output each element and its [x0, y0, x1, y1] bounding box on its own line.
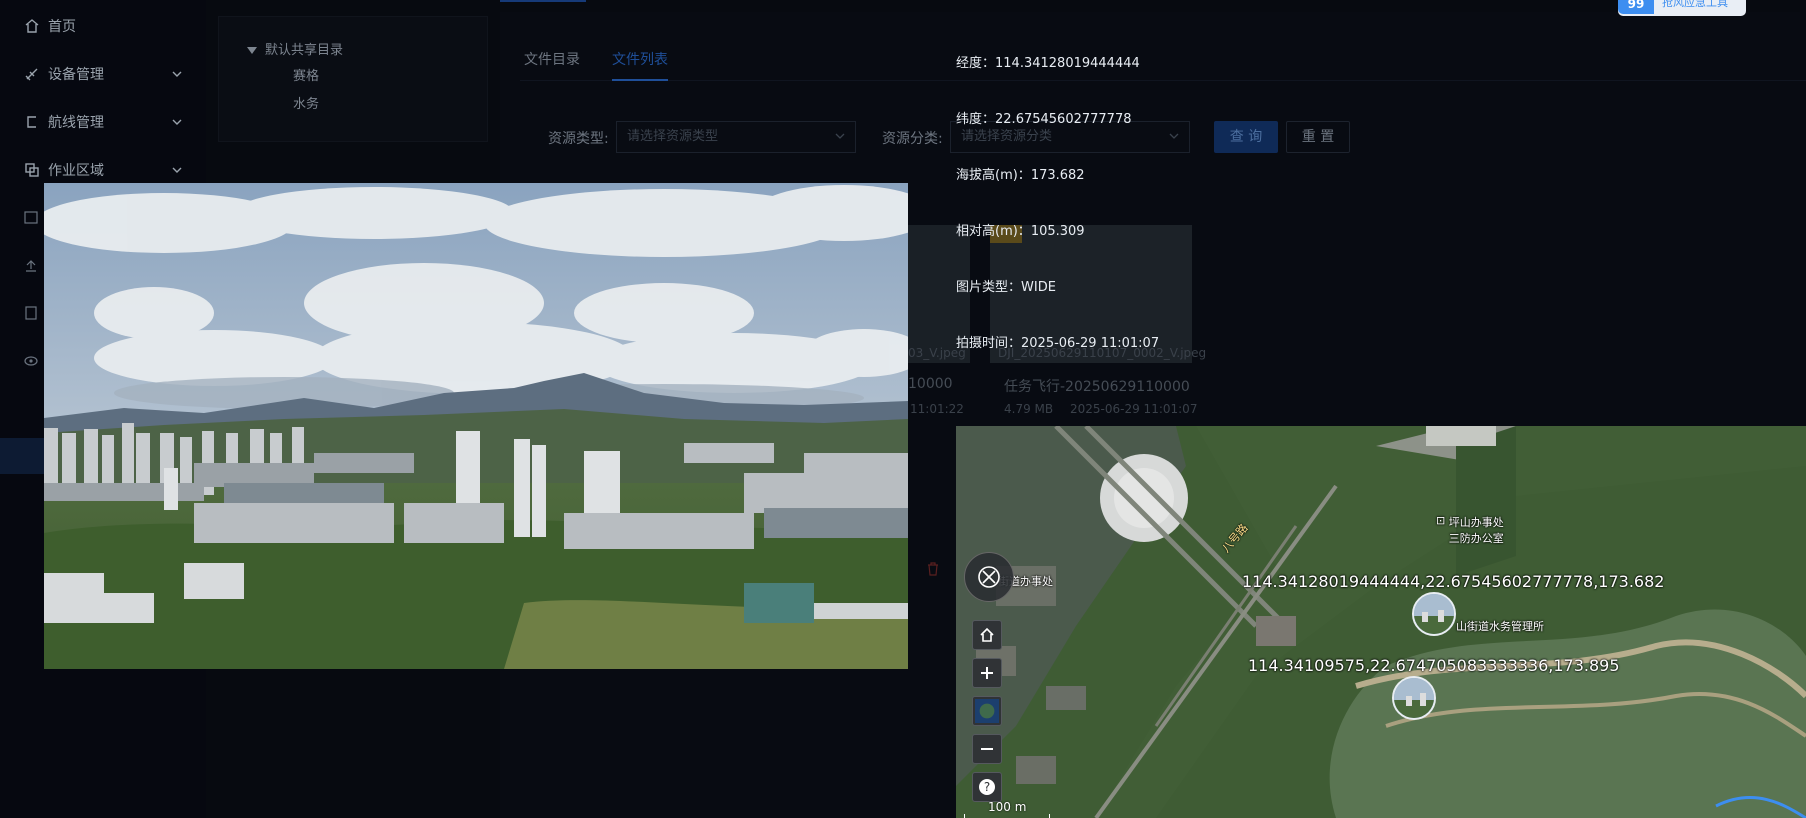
zoom-in-icon — [981, 667, 993, 679]
poi-text: 坪山办事处三防办公室 — [1448, 516, 1504, 545]
eye-icon[interactable] — [24, 354, 38, 368]
map-marker-label: 114.34109575,22.674705083333336,173.895 — [1248, 656, 1620, 675]
calendar-icon[interactable] — [24, 210, 38, 224]
badge-count: 99 — [1618, 0, 1654, 14]
sidebar-item-label: 航线管理 — [48, 115, 104, 131]
map-scale-label: 100 m — [988, 800, 1027, 814]
meta-longitude: 经度：114.34128019444444 — [956, 52, 1140, 71]
home-icon — [25, 19, 39, 33]
layer-picker-button[interactable] — [972, 696, 1002, 726]
tab-file-list[interactable]: 文件列表 — [612, 49, 668, 69]
sidebar-item-label: 首页 — [48, 19, 76, 35]
device-icon — [25, 68, 38, 81]
meta-latitude: 纬度：22.67545602777778 — [956, 108, 1131, 127]
meta-value: 114.34128019444444 — [995, 56, 1140, 71]
help-icon: ? — [979, 779, 995, 795]
sidebar-item-home[interactable]: 首页 — [0, 2, 206, 50]
meta-image-type: 图片类型：WIDE — [956, 276, 1056, 295]
meta-value: 105.309 — [1030, 224, 1085, 239]
meta-relative-height: 相对高(m)：105.309 — [956, 220, 1085, 239]
poi-icon: ⊡ — [1436, 514, 1446, 527]
zoom-out-button[interactable] — [972, 734, 1002, 764]
meta-value: WIDE — [1021, 280, 1056, 295]
badge-text: 抢风应急工具 — [1662, 0, 1728, 9]
file-card-size: 4.79 MB — [1004, 402, 1054, 416]
meta-key: 纬度： — [956, 112, 996, 127]
map-photo-marker[interactable] — [1412, 592, 1456, 636]
help-button[interactable]: ? — [972, 772, 1002, 802]
compass-icon — [978, 566, 1000, 588]
satellite-imagery — [956, 426, 1806, 818]
map-photo-marker[interactable] — [1392, 676, 1436, 720]
file-card-time: 11:01:22 — [910, 402, 964, 416]
resource-category-label: 资源分类: — [882, 131, 943, 147]
app-badge[interactable]: 99 抢风应急工具 — [1618, 0, 1746, 16]
reset-button[interactable]: 重 置 — [1286, 121, 1350, 153]
chevron-down-icon — [172, 71, 182, 77]
tab-file-directory[interactable]: 文件目录 — [524, 49, 580, 69]
tab-active-underline — [612, 79, 668, 81]
map-home-button[interactable] — [972, 620, 1002, 650]
tree-node-root[interactable]: 默认共享目录 — [247, 39, 343, 58]
chevron-down-icon — [835, 133, 845, 139]
svg-text:?: ? — [984, 780, 990, 794]
area-icon — [25, 163, 39, 177]
meta-key: 拍摄时间： — [956, 336, 1022, 351]
meta-value: 173.682 — [1030, 168, 1085, 183]
meta-key: 相对高(m)： — [956, 224, 1031, 239]
layers-icon — [975, 699, 999, 723]
tab-divider — [520, 80, 1806, 81]
resource-type-label: 资源类型: — [548, 131, 609, 147]
select-placeholder: 请选择资源分类 — [961, 129, 1053, 144]
trash-icon[interactable] — [926, 562, 940, 576]
query-button[interactable]: 查 询 — [1214, 121, 1278, 153]
resource-type-select[interactable]: 请选择资源类型 — [616, 121, 856, 153]
compass-control[interactable] — [964, 552, 1014, 602]
meta-altitude: 海拔高(m)：173.682 — [956, 164, 1085, 183]
top-accent — [500, 0, 586, 2]
select-placeholder: 请选择资源类型 — [627, 129, 719, 144]
file-card-time: 2025-06-29 11:01:07 — [1070, 402, 1198, 416]
sidebar-item-label: 设备管理 — [48, 67, 104, 83]
zoom-out-icon — [981, 748, 993, 750]
satellite-map[interactable]: ⊡ 坪山办事处三防办公室 山街道水务管理所 街道办事处 八号路 114.3412… — [956, 426, 1806, 818]
route-icon — [27, 116, 36, 128]
sidebar-item-label: 作业区域 — [48, 163, 104, 179]
tree-node-child[interactable]: 水务 — [293, 93, 319, 112]
directory-tree: 默认共享目录 赛格 水务 — [218, 16, 488, 142]
meta-value: 22.67545602777778 — [995, 112, 1132, 127]
map-marker-label: 114.34128019444444,22.67545602777778,173… — [1242, 572, 1665, 591]
image-preview[interactable] — [44, 183, 908, 669]
meta-value: 2025-06-29 11:01:07 — [1021, 336, 1160, 351]
zoom-in-button[interactable] — [972, 658, 1002, 688]
meta-key: 海拔高(m)： — [956, 168, 1031, 183]
map-poi-label: ⊡ 坪山办事处三防办公室 — [1436, 514, 1509, 546]
upload-icon[interactable] — [24, 258, 38, 272]
caret-down-icon — [247, 47, 257, 54]
document-icon[interactable] — [24, 306, 38, 320]
file-card-task: 任务飞行-20250629110000 — [1004, 379, 1190, 395]
meta-capture-time: 拍摄时间：2025-06-29 11:01:07 — [956, 332, 1159, 351]
tree-node-child[interactable]: 赛格 — [293, 65, 319, 84]
sidebar-item-devices[interactable]: 设备管理 — [0, 50, 206, 98]
chevron-down-icon — [172, 119, 182, 125]
map-scale-bar — [964, 814, 1050, 818]
file-card-task: 10000 — [908, 376, 953, 392]
meta-key: 经度： — [956, 56, 996, 71]
map-poi-label: 山街道水务管理所 — [1456, 620, 1544, 633]
tree-node-label: 默认共享目录 — [265, 43, 344, 58]
chevron-down-icon — [1169, 133, 1179, 139]
sidebar-item-routes[interactable]: 航线管理 — [0, 98, 206, 146]
meta-key: 图片类型： — [956, 280, 1022, 295]
home-icon — [980, 627, 994, 642]
chevron-down-icon — [172, 167, 182, 173]
aerial-photo — [44, 183, 908, 669]
